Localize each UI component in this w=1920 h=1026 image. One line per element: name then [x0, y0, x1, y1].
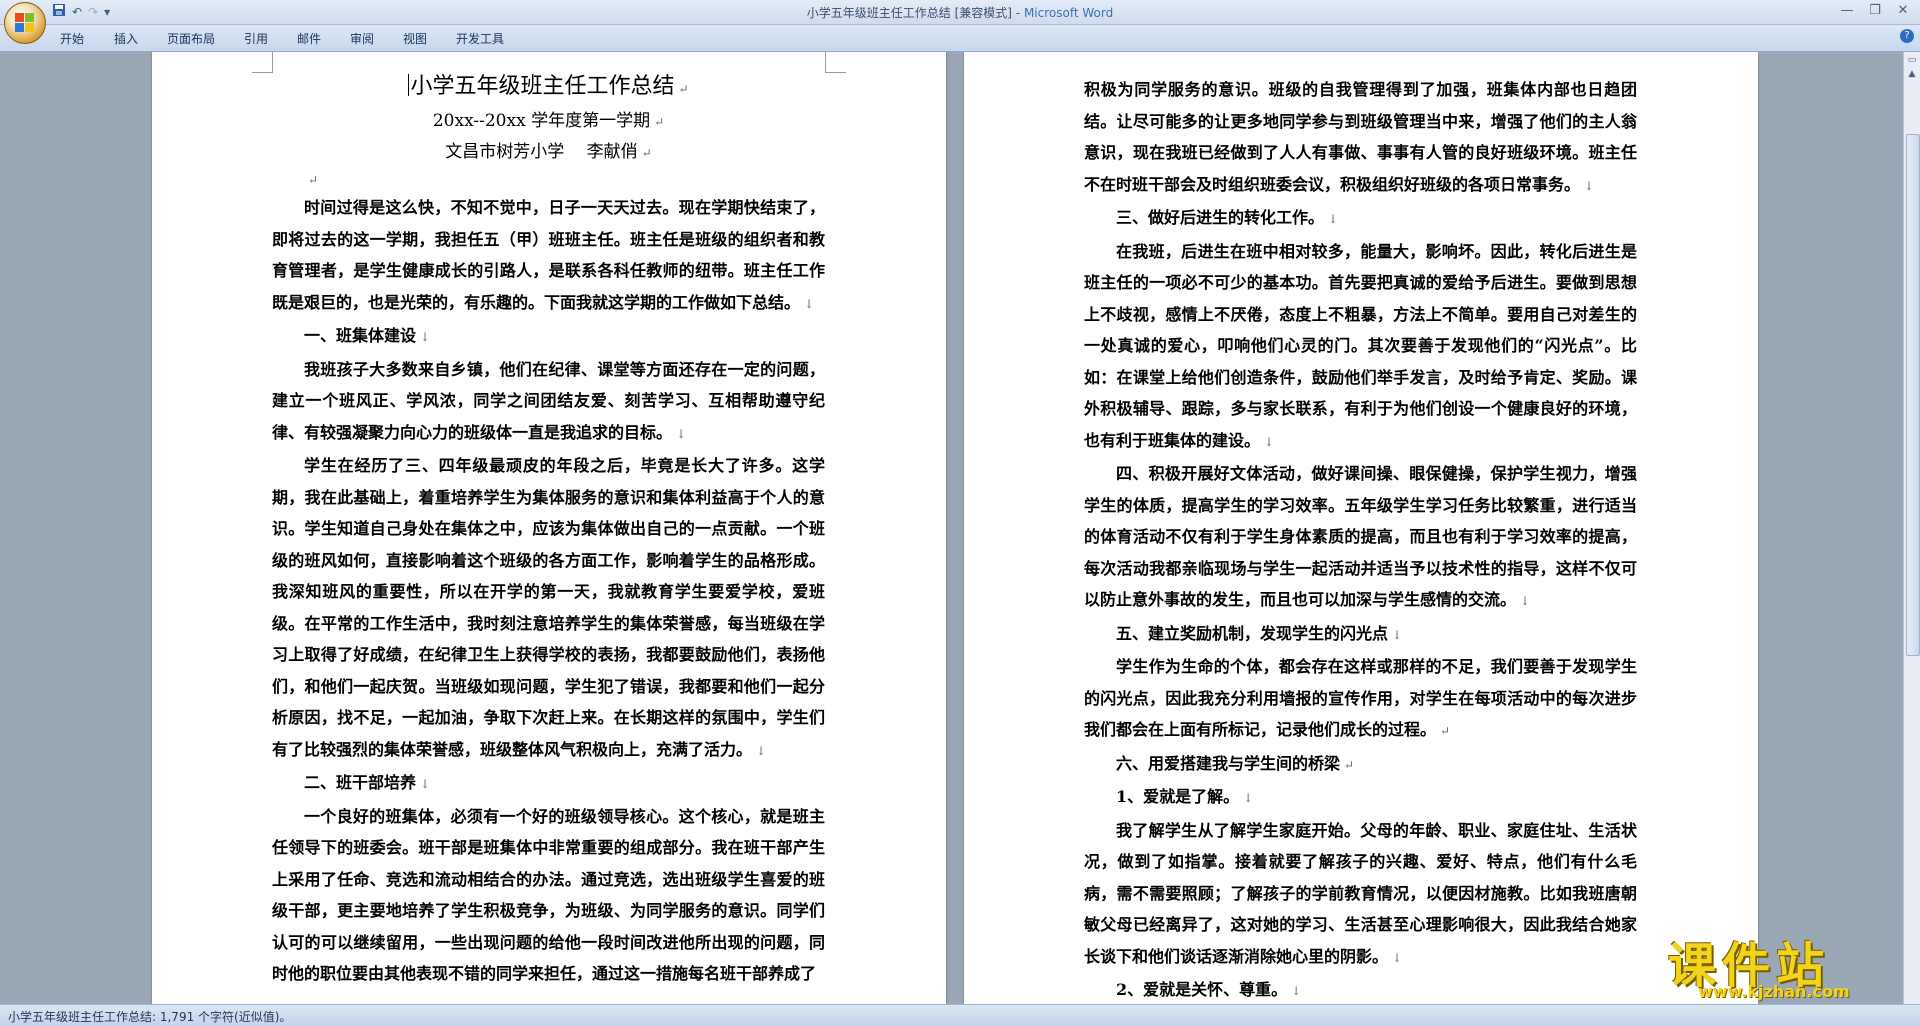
window-controls: — ❐ ✕	[1834, 2, 1916, 20]
section-heading: 2、爱就是关怀、尊重。 ↓	[1116, 980, 1302, 999]
scroll-up-icon[interactable]: ▲	[1906, 68, 1918, 80]
vertical-scrollbar[interactable]: ▭ ▲	[1903, 52, 1920, 1004]
document-title-text: 小学五年级班主任工作总结 [兼容模式]	[806, 6, 1012, 20]
document-heading: 小学五年级班主任工作总结 ↵ 20xx--20xx 学年度第一学期 ↵ 文昌市树芳小…	[272, 70, 825, 191]
window-title: 小学五年级班主任工作总结 [兼容模式] - Microsoft Word	[0, 4, 1920, 21]
ruler-toggle-icon[interactable]: ▭	[1906, 54, 1918, 66]
paragraph: 我了解学生从了解学生家庭开始。父母的年龄、职业、家庭住址、生活状况，做到了如指掌…	[1084, 820, 1637, 966]
help-icon[interactable]: ?	[1900, 29, 1914, 43]
pilcrow-mark: ↵	[654, 115, 665, 129]
right-page-body: 积极为同学服务的意识。班级的自我管理得到了加强，班集体内部也日趋团结。让尽可能多…	[1084, 74, 1637, 1004]
word-count-status[interactable]: 小学五年级班主任工作总结: 1,791 个字符(近似值)。	[8, 1008, 291, 1025]
tab-home[interactable]: 开始	[60, 30, 84, 47]
left-page-body: 时间过得是这么快，不知不觉中，日子一天天过去。现在学期快结束了，即将过去的这一学…	[272, 192, 825, 990]
paragraph: 时间过得是这么快，不知不觉中，日子一天天过去。现在学期快结束了，即将过去的这一学…	[272, 198, 825, 312]
watermark-url: www.kjzhan.com	[1698, 982, 1850, 1001]
doc-title: 小学五年级班主任工作总结	[410, 74, 675, 99]
status-bar: 小学五年级班主任工作总结: 1,791 个字符(近似值)。	[0, 1004, 1920, 1026]
tab-mailings[interactable]: 邮件	[297, 30, 321, 47]
crop-mark	[252, 52, 273, 73]
crop-mark	[825, 52, 846, 73]
ribbon-tabs: 开始 插入 页面布局 引用 邮件 审阅 视图 开发工具 ?	[0, 25, 1920, 52]
tab-review[interactable]: 审阅	[350, 30, 374, 47]
title-separator: -	[1011, 6, 1024, 20]
title-bar: ↶ ↷ ▾ 小学五年级班主任工作总结 [兼容模式] - Microsoft Wo…	[0, 0, 1920, 44]
tab-insert[interactable]: 插入	[114, 30, 138, 47]
tab-developer[interactable]: 开发工具	[456, 30, 504, 47]
paragraph: 我班孩子大多数来自乡镇，他们在纪律、课堂等方面还存在一定的问题，建立一个班风正、…	[272, 359, 825, 442]
pilcrow-mark: ↵	[308, 173, 319, 187]
minimize-button[interactable]: —	[1834, 2, 1860, 20]
office-logo-icon	[15, 13, 35, 33]
section-heading: 二、班干部培养 ↓	[304, 773, 431, 792]
watermark-logo: 课件站 www.kjzhan.com	[1668, 926, 1908, 1002]
tab-references[interactable]: 引用	[244, 30, 268, 47]
tab-page-layout[interactable]: 页面布局	[167, 30, 215, 47]
page-right[interactable]: 积极为同学服务的意识。班级的自我管理得到了加强，班集体内部也日趋团结。让尽可能多…	[964, 52, 1758, 1004]
scroll-thumb[interactable]	[1906, 134, 1920, 656]
section-heading: 五、建立奖励机制，发现学生的闪光点 ↓	[1116, 623, 1403, 643]
pilcrow-mark: ↵	[678, 82, 689, 96]
paragraph: 在我班，后进生在班中相对较多，能量大，影响坏。因此，转化后进生是班主任的一项必不…	[1084, 241, 1637, 450]
pilcrow-mark: ↵	[641, 146, 652, 160]
paragraph: 学生作为生命的个体，都会存在这样或那样的不足，我们要善于发现学生的闪光点，因此我…	[1084, 657, 1637, 739]
doc-term: 20xx--20xx 学年度第一学期	[432, 111, 651, 131]
section-heading: 一、班集体建设 ↓	[304, 326, 431, 345]
doc-author: 文昌市树芳小学 李献俏	[445, 142, 638, 162]
section-heading: 三、做好后进生的转化工作。 ↓	[1116, 208, 1339, 227]
paragraph: 学生在经历了三、四年级最顽皮的年段之后，毕竟是长大了许多。这学期，我在此基础上，…	[272, 456, 825, 759]
section-heading: 六、用爱搭建我与学生间的桥梁 ↵	[1116, 753, 1355, 773]
tab-view[interactable]: 视图	[403, 30, 427, 47]
page-left[interactable]: 小学五年级班主任工作总结 ↵ 20xx--20xx 学年度第一学期 ↵ 文昌市树芳小…	[152, 52, 946, 1004]
paragraph: 四、积极开展好文体活动，做好课间操、眼保健操，保护学生视力，增强学生的体质，提高…	[1084, 464, 1637, 609]
close-button[interactable]: ✕	[1890, 2, 1916, 20]
app-name: Microsoft Word	[1023, 6, 1114, 20]
maximize-button[interactable]: ❐	[1862, 2, 1888, 20]
office-button[interactable]	[4, 2, 46, 44]
section-heading: 1、爱就是了解。 ↓	[1116, 787, 1254, 806]
document-area: 小学五年级班主任工作总结 ↵ 20xx--20xx 学年度第一学期 ↵ 文昌市树芳小…	[0, 52, 1900, 1004]
paragraph: 积极为同学服务的意识。班级的自我管理得到了加强，班集体内部也日趋团结。让尽可能多…	[1084, 80, 1637, 194]
paragraph: 一个良好的班集体，必须有一个好的班级领导核心。这个核心，就是班主任领导下的班委会…	[272, 806, 825, 984]
